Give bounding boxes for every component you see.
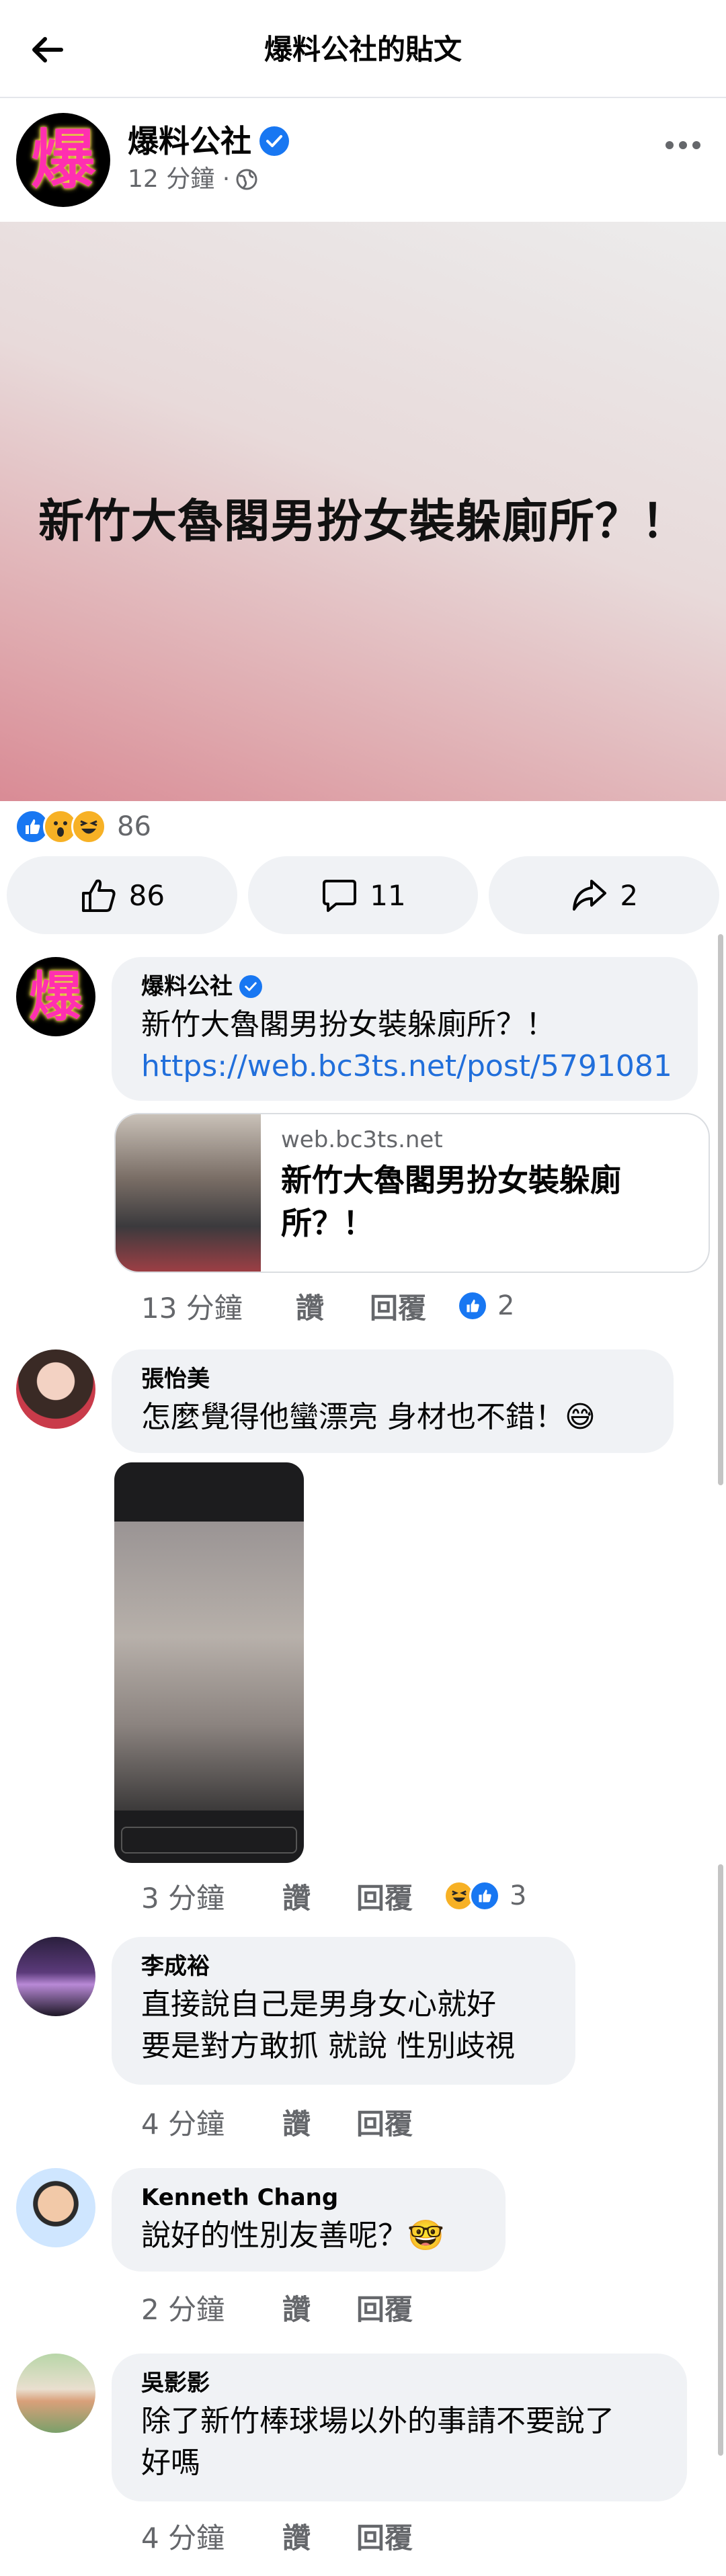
like-button[interactable]: 86 xyxy=(7,856,237,934)
commenter-name[interactable]: 吳影影 xyxy=(141,2368,660,2398)
link-preview-title: 新竹大魯閣男扮女裝躲廁所？！ xyxy=(281,1162,621,1241)
dot-icon xyxy=(666,141,674,149)
more-options-button[interactable] xyxy=(656,125,710,165)
comment-time: 2 分鐘 xyxy=(141,2292,225,2326)
comment-reactions[interactable]: 2 xyxy=(457,1290,514,1321)
video-scene xyxy=(114,1522,304,1811)
video-comment-field xyxy=(121,1827,297,1854)
share-icon xyxy=(573,880,607,911)
comment-reply-button[interactable]: 回覆 xyxy=(370,1286,457,1327)
commenter-name[interactable]: 李成裕 xyxy=(141,1952,549,1981)
comment-time: 4 分鐘 xyxy=(141,2107,225,2141)
comment-count: 11 xyxy=(370,878,406,912)
comment-like-button[interactable]: 讚 xyxy=(282,2287,356,2328)
scrollbar[interactable] xyxy=(718,934,723,2576)
like-reaction-icon xyxy=(469,1880,500,1911)
comment-like-button[interactable]: 讚 xyxy=(296,1286,370,1327)
post-actions: 86 11 2 xyxy=(7,856,720,934)
haha-reaction-icon xyxy=(71,809,106,844)
comment-text-line: 直接說自己是男身女心就好 xyxy=(141,1987,496,2022)
commenter-name[interactable]: 爆料公社 xyxy=(141,972,671,1001)
like-count: 86 xyxy=(128,878,165,912)
verified-badge-icon xyxy=(239,975,262,998)
post-header: 爆 爆料公社 12 分鐘 · xyxy=(0,101,726,215)
comment-reactions[interactable]: 3 xyxy=(444,1880,526,1911)
comment-link[interactable]: https://web.bc3ts.net/post/5791081 xyxy=(141,1046,672,1087)
reactions-count: 86 xyxy=(117,811,151,842)
scrollbar-thumb-upper[interactable] xyxy=(718,934,723,1485)
link-preview-domain: web.bc3ts.net xyxy=(281,1126,443,1153)
comment-text-line: 除了新竹棒球場以外的事請不要說了 xyxy=(141,2404,614,2438)
link-preview-card[interactable]: web.bc3ts.net 新竹大魯閣男扮女裝躲廁所？！ xyxy=(114,1113,710,1273)
comment-meta: 13 分鐘 讚 回覆 2 xyxy=(141,1282,514,1329)
commenter-avatar[interactable] xyxy=(16,2168,95,2247)
post-time-label: 12 分鐘 · xyxy=(128,165,231,193)
verified-badge-icon xyxy=(259,126,289,156)
comment-bubble[interactable]: 張怡美 怎麼覺得他蠻漂亮 身材也不錯！😅 xyxy=(112,1349,674,1453)
page-name[interactable]: 爆料公社 xyxy=(128,121,289,161)
post-image[interactable]: 新竹大魯閣男扮女裝躲廁所？！ xyxy=(0,222,726,801)
thumbs-up-icon xyxy=(81,879,116,912)
share-count: 2 xyxy=(620,878,639,912)
commenter-avatar[interactable]: 爆 xyxy=(16,957,95,1036)
comment-time: 4 分鐘 xyxy=(141,2521,225,2554)
comment-meta: 3 分鐘 讚 回覆 3 xyxy=(141,1872,526,1919)
avatar-glyph: 爆 xyxy=(29,965,83,1028)
comment-time: 13 分鐘 xyxy=(141,1291,243,1325)
commenter-name[interactable]: 張怡美 xyxy=(141,1364,647,1394)
dot-icon xyxy=(692,141,700,149)
comment-meta: 2 分鐘 讚 回覆 xyxy=(141,2284,444,2331)
globe-icon xyxy=(236,169,257,190)
comment-bubble[interactable]: Kenneth Chang 說好的性別友善呢？🤓 xyxy=(112,2168,506,2272)
post-timestamp[interactable]: 12 分鐘 · xyxy=(128,163,258,196)
comment-meta: 4 分鐘 讚 回覆 xyxy=(141,2098,444,2145)
commenter-name[interactable]: Kenneth Chang xyxy=(141,2183,479,2212)
avatar-glyph: 爆 xyxy=(31,122,95,198)
page-title: 爆料公社的貼文 xyxy=(264,33,462,66)
comment-icon xyxy=(323,880,357,912)
comment-text-line: 好嗎 xyxy=(141,2446,200,2480)
page-avatar[interactable]: 爆 xyxy=(16,113,110,207)
comment-reply-button[interactable]: 回覆 xyxy=(356,1876,444,1917)
comment-bubble[interactable]: 李成裕 直接說自己是男身女心就好 要是對方敢抓 就說 性別歧視 xyxy=(112,1937,575,2085)
comment-text: 怎麼覺得他蠻漂亮 身材也不錯！😅 xyxy=(141,1400,596,1434)
commenter-avatar[interactable] xyxy=(16,1937,95,2016)
comment-meta: 4 分鐘 讚 回覆 xyxy=(141,2512,444,2559)
comment-like-button[interactable]: 讚 xyxy=(282,2102,356,2143)
comment-time: 3 分鐘 xyxy=(141,1881,225,1915)
comment-bubble[interactable]: 爆料公社 新竹大魯閣男扮女裝躲廁所？！ https://web.bc3ts.ne… xyxy=(112,957,698,1101)
scrollbar-thumb-lower[interactable] xyxy=(718,1864,723,2456)
comment-bubble[interactable]: 吳影影 除了新竹棒球場以外的事請不要說了 好嗎 xyxy=(112,2354,687,2501)
share-button[interactable]: 2 xyxy=(489,856,720,934)
like-reaction-icon xyxy=(457,1290,488,1321)
reactions-summary[interactable]: 86 xyxy=(15,805,151,848)
top-app-bar: 爆料公社的貼文 xyxy=(0,0,726,98)
commenter-avatar[interactable] xyxy=(16,2354,95,2433)
page-name-label: 爆料公社 xyxy=(128,123,251,159)
commenter-avatar[interactable] xyxy=(16,1349,95,1429)
comment-reaction-count: 3 xyxy=(510,1880,527,1911)
comment-text: 說好的性別友善呢？🤓 xyxy=(141,2218,444,2253)
comment-like-button[interactable]: 讚 xyxy=(282,2516,356,2557)
commenter-name-label: 爆料公社 xyxy=(141,973,233,1000)
comment-text-line: 要是對方敢抓 就說 性別歧視 xyxy=(141,2029,515,2063)
comment-reply-button[interactable]: 回覆 xyxy=(356,2102,444,2143)
post-image-text: 新竹大魯閣男扮女裝躲廁所？！ xyxy=(38,495,688,548)
comment-reaction-count: 2 xyxy=(497,1290,515,1321)
dot-icon xyxy=(679,141,687,149)
link-preview-image xyxy=(116,1114,261,1272)
comment-button[interactable]: 11 xyxy=(247,856,479,934)
comment-reply-button[interactable]: 回覆 xyxy=(356,2287,444,2328)
comment-text: 新竹大魯閣男扮女裝躲廁所？！ xyxy=(141,1007,555,1042)
comment-like-button[interactable]: 讚 xyxy=(282,1876,356,1917)
comment-video-thumbnail[interactable] xyxy=(114,1462,304,1863)
comment-reply-button[interactable]: 回覆 xyxy=(356,2516,444,2557)
